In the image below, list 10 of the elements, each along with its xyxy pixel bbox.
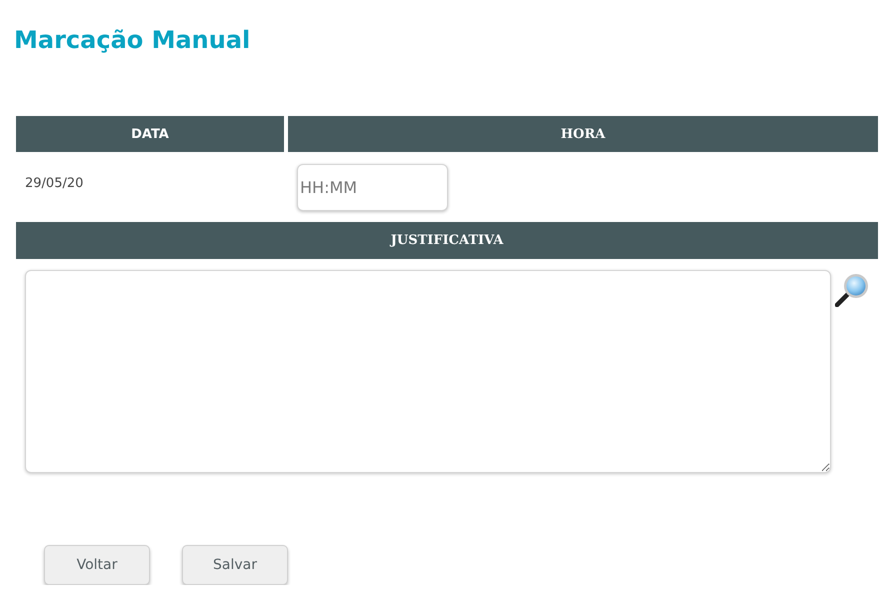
date-text: 29/05/20 <box>25 176 84 191</box>
save-button[interactable]: Salvar <box>182 545 288 585</box>
section-header: JUSTIFICATIVA <box>16 222 878 259</box>
column-header: DATA <box>16 116 284 152</box>
time-input[interactable]: HH:MM <box>297 164 448 211</box>
page-title: Marcação Manual <box>14 25 250 56</box>
back-button[interactable]: Voltar <box>44 545 150 585</box>
justification-field[interactable] <box>25 270 831 473</box>
column-header: HORA <box>288 116 878 152</box>
search-icon[interactable] <box>835 272 870 307</box>
